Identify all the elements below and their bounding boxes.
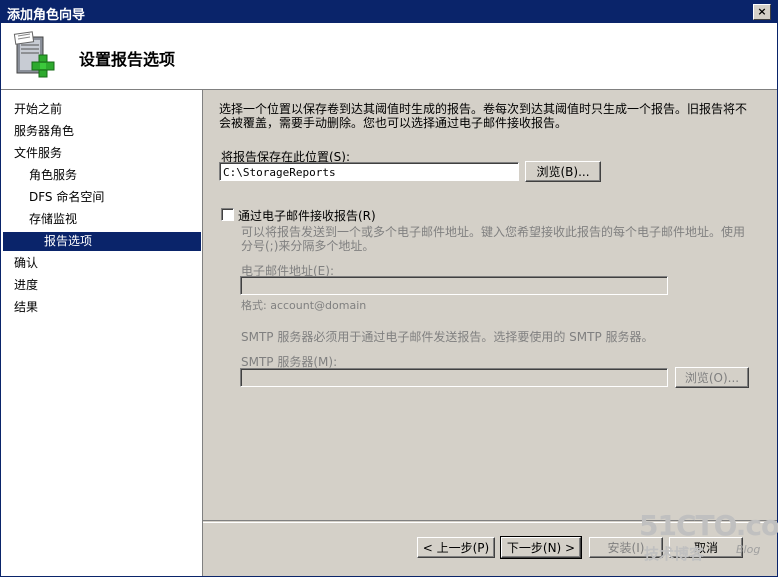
email-description-line-2: 分号(;)来分隔多个地址。	[241, 239, 375, 253]
wizard-window: 添加角色向导 × 设置报告选项 开始之前 服务器角色 文件服务 角色服务 DFS…	[0, 0, 778, 577]
nav-item-confirmation[interactable]: 确认	[14, 254, 199, 273]
close-button[interactable]: ×	[753, 4, 771, 20]
nav-item-file-services[interactable]: 文件服务	[14, 144, 199, 163]
smtp-browse-button[interactable]: 浏览(O)...	[675, 367, 749, 388]
smtp-description: SMTP 服务器必须用于通过电子邮件发送报告。选择要使用的 SMTP 服务器。	[241, 330, 654, 344]
email-address-input[interactable]	[240, 276, 668, 295]
email-description-line-1: 可以将报告发送到一个或多个电子邮件地址。键入您希望接收此报告的每个电子邮件地址。…	[241, 225, 746, 239]
page-title: 设置报告选项	[79, 50, 176, 69]
watermark-site: 51CTO.com	[639, 509, 778, 542]
email-format-hint: 格式: account@domain	[241, 299, 367, 312]
window-title: 添加角色向导	[7, 8, 86, 23]
wizard-header: 设置报告选项	[1, 23, 777, 90]
nav-item-server-roles[interactable]: 服务器角色	[14, 122, 199, 141]
nav-item-dfs-namespaces[interactable]: DFS 命名空间	[29, 188, 199, 207]
server-add-icon	[13, 31, 55, 78]
save-location-input[interactable]: C:\StorageReports	[219, 162, 519, 181]
description-line-2: 会被覆盖，需要手动删除。您也可以选择通过电子邮件接收报告。	[219, 116, 568, 130]
nav-item-before-you-begin[interactable]: 开始之前	[14, 100, 199, 119]
description-line-1: 选择一个位置以保存卷到达其阈值时生成的报告。卷每次到达其阈值时只生成一个报告。旧…	[219, 102, 748, 116]
next-button[interactable]: 下一步(N) >	[500, 536, 582, 559]
wizard-nav: 开始之前 服务器角色 文件服务 角色服务 DFS 命名空间 存储监视 报告选项 …	[1, 90, 203, 576]
email-report-label[interactable]: 通过电子邮件接收报告(R)	[238, 207, 376, 224]
watermark-subtitle: 技术博客	[644, 545, 705, 563]
title-bar[interactable]: 添加角色向导 ×	[1, 1, 777, 23]
smtp-server-input[interactable]	[240, 368, 668, 387]
watermark-blog: Blog	[736, 543, 761, 556]
watermark: 51CTO.com 技术博客 Blog	[636, 509, 778, 569]
nav-item-report-options[interactable]: 报告选项	[3, 232, 201, 251]
nav-item-role-services[interactable]: 角色服务	[29, 166, 199, 185]
nav-item-progress[interactable]: 进度	[14, 276, 199, 295]
nav-item-results[interactable]: 结果	[14, 298, 199, 317]
email-description: 可以将报告发送到一个或多个电子邮件地址。键入您希望接收此报告的每个电子邮件地址。…	[241, 225, 761, 253]
back-button[interactable]: < 上一步(P)	[417, 537, 495, 558]
description: 选择一个位置以保存卷到达其阈值时生成的报告。卷每次到达其阈值时只生成一个报告。旧…	[219, 102, 759, 130]
email-report-checkbox[interactable]	[221, 208, 234, 221]
wizard-content: 选择一个位置以保存卷到达其阈值时生成的报告。卷每次到达其阈值时只生成一个报告。旧…	[203, 90, 777, 520]
browse-button[interactable]: 浏览(B)...	[525, 161, 601, 182]
nav-item-storage-monitoring[interactable]: 存储监视	[29, 210, 199, 229]
